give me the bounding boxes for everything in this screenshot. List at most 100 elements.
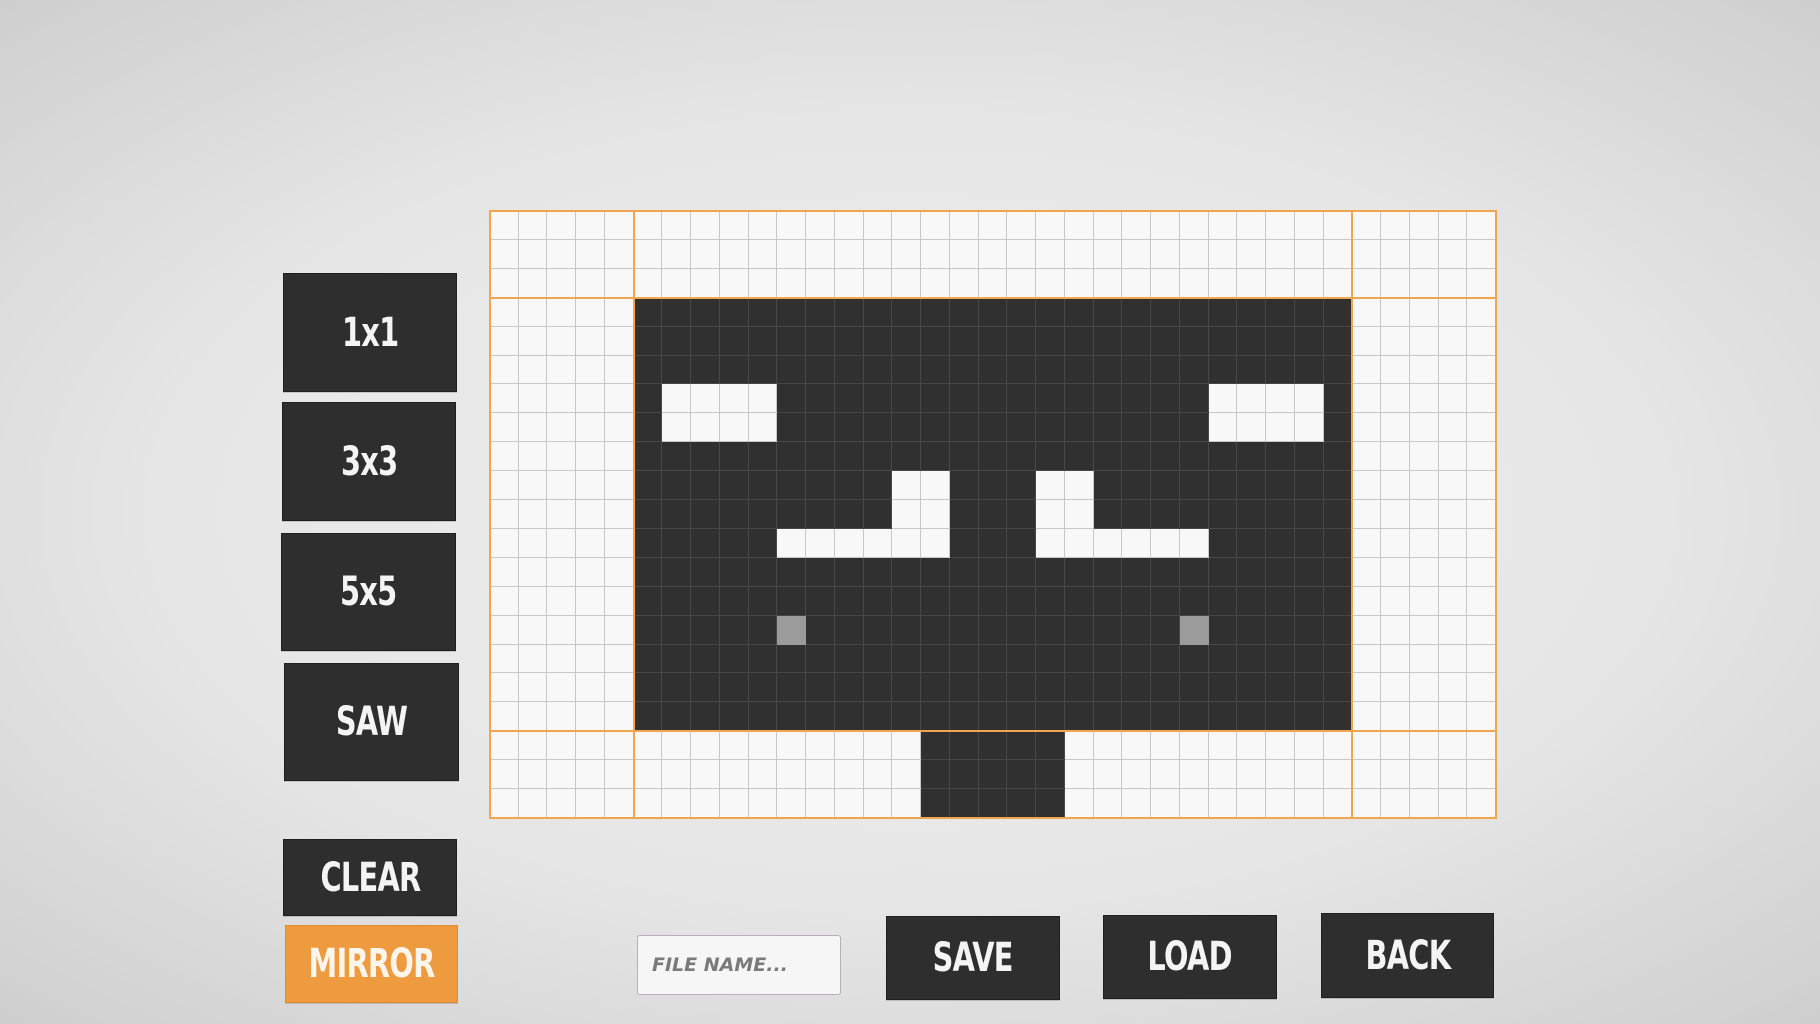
- canvas-cell[interactable]: [1323, 500, 1353, 529]
- canvas-cell[interactable]: [1467, 673, 1496, 703]
- canvas-cell[interactable]: [1179, 528, 1209, 558]
- canvas-cell[interactable]: [1438, 615, 1468, 645]
- canvas-cell[interactable]: [719, 528, 749, 558]
- canvas-cell[interactable]: [777, 239, 807, 269]
- canvas-cell[interactable]: [1036, 442, 1065, 472]
- canvas-cell[interactable]: [576, 355, 605, 385]
- canvas-cell[interactable]: [1352, 355, 1382, 385]
- canvas-cell[interactable]: [1323, 297, 1353, 327]
- canvas-cell[interactable]: [719, 297, 749, 327]
- canvas-cell[interactable]: [604, 326, 634, 356]
- canvas-cell[interactable]: [1151, 268, 1180, 298]
- canvas-cell[interactable]: [892, 731, 922, 761]
- canvas-cell[interactable]: [1237, 297, 1267, 327]
- canvas-cell[interactable]: [892, 268, 922, 298]
- canvas-cell[interactable]: [1036, 615, 1065, 645]
- canvas-cell[interactable]: [1352, 211, 1382, 240]
- canvas-cell[interactable]: [633, 384, 663, 414]
- canvas-cell[interactable]: [892, 471, 922, 501]
- canvas-cell[interactable]: [777, 557, 807, 587]
- canvas-cell[interactable]: [1179, 471, 1209, 501]
- canvas-cell[interactable]: [719, 789, 749, 818]
- canvas-cell[interactable]: [949, 471, 979, 501]
- canvas-cell[interactable]: [1007, 586, 1037, 616]
- canvas-cell[interactable]: [1208, 702, 1238, 732]
- canvas-cell[interactable]: [633, 355, 663, 385]
- canvas-cell[interactable]: [863, 528, 893, 558]
- canvas-cell[interactable]: [1179, 239, 1209, 269]
- canvas-cell[interactable]: [892, 702, 922, 732]
- canvas-cell[interactable]: [719, 702, 749, 732]
- canvas-cell[interactable]: [633, 471, 663, 501]
- canvas-cell[interactable]: [1409, 528, 1439, 558]
- canvas-cell[interactable]: [1409, 673, 1439, 703]
- canvas-cell[interactable]: [1208, 731, 1238, 761]
- canvas-cell[interactable]: [1208, 557, 1238, 587]
- canvas-cell[interactable]: [921, 760, 950, 790]
- canvas-cell[interactable]: [892, 789, 922, 818]
- canvas-cell[interactable]: [777, 673, 807, 703]
- canvas-cell[interactable]: [1064, 355, 1094, 385]
- canvas-cell[interactable]: [1438, 673, 1468, 703]
- canvas-cell[interactable]: [547, 644, 577, 674]
- canvas-cell[interactable]: [1467, 355, 1496, 385]
- canvas-cell[interactable]: [777, 211, 807, 240]
- canvas-cell[interactable]: [1381, 702, 1410, 732]
- canvas-cell[interactable]: [1294, 731, 1324, 761]
- canvas-cell[interactable]: [1352, 644, 1382, 674]
- canvas-cell[interactable]: [1323, 789, 1353, 818]
- canvas-cell[interactable]: [1093, 557, 1123, 587]
- canvas-cell[interactable]: [633, 586, 663, 616]
- canvas-cell[interactable]: [576, 731, 605, 761]
- canvas-cell[interactable]: [949, 615, 979, 645]
- canvas-cell[interactable]: [547, 471, 577, 501]
- canvas-cell[interactable]: [834, 211, 864, 240]
- canvas-cell[interactable]: [806, 500, 835, 529]
- canvas-cell[interactable]: [1381, 500, 1410, 529]
- canvas-cell[interactable]: [490, 557, 519, 587]
- canvas-cell[interactable]: [834, 413, 864, 443]
- canvas-cell[interactable]: [719, 644, 749, 674]
- canvas-cell[interactable]: [1208, 586, 1238, 616]
- canvas-cell[interactable]: [662, 760, 692, 790]
- canvas-cell[interactable]: [518, 297, 548, 327]
- canvas-cell[interactable]: [748, 471, 778, 501]
- mirror-button[interactable]: MIRROR: [285, 925, 458, 1003]
- canvas-cell[interactable]: [662, 586, 692, 616]
- canvas-cell[interactable]: [576, 471, 605, 501]
- canvas-cell[interactable]: [1208, 789, 1238, 818]
- canvas-cell[interactable]: [1438, 297, 1468, 327]
- canvas-cell[interactable]: [1381, 384, 1410, 414]
- save-button[interactable]: SAVE: [886, 916, 1060, 1000]
- canvas-cell[interactable]: [662, 384, 692, 414]
- canvas-cell[interactable]: [1467, 615, 1496, 645]
- canvas-cell[interactable]: [1208, 471, 1238, 501]
- canvas-cell[interactable]: [719, 384, 749, 414]
- canvas-cell[interactable]: [777, 326, 807, 356]
- canvas-cell[interactable]: [777, 702, 807, 732]
- canvas-cell[interactable]: [576, 384, 605, 414]
- canvas-cell[interactable]: [691, 500, 720, 529]
- canvas-cell[interactable]: [892, 211, 922, 240]
- canvas-cell[interactable]: [863, 557, 893, 587]
- canvas-cell[interactable]: [1438, 702, 1468, 732]
- canvas-cell[interactable]: [691, 211, 720, 240]
- canvas-cell[interactable]: [1409, 615, 1439, 645]
- canvas-cell[interactable]: [777, 297, 807, 327]
- canvas-cell[interactable]: [1294, 355, 1324, 385]
- canvas-cell[interactable]: [576, 442, 605, 472]
- canvas-cell[interactable]: [1122, 442, 1152, 472]
- canvas-cell[interactable]: [1093, 211, 1123, 240]
- canvas-cell[interactable]: [604, 471, 634, 501]
- canvas-cell[interactable]: [777, 442, 807, 472]
- canvas-cell[interactable]: [576, 702, 605, 732]
- canvas-cell[interactable]: [1266, 239, 1295, 269]
- canvas-cell[interactable]: [547, 760, 577, 790]
- canvas-cell[interactable]: [921, 297, 950, 327]
- canvas-cell[interactable]: [777, 528, 807, 558]
- canvas-cell[interactable]: [547, 355, 577, 385]
- canvas-cell[interactable]: [863, 297, 893, 327]
- canvas-cell[interactable]: [518, 702, 548, 732]
- canvas-cell[interactable]: [1352, 760, 1382, 790]
- canvas-cell[interactable]: [1007, 615, 1037, 645]
